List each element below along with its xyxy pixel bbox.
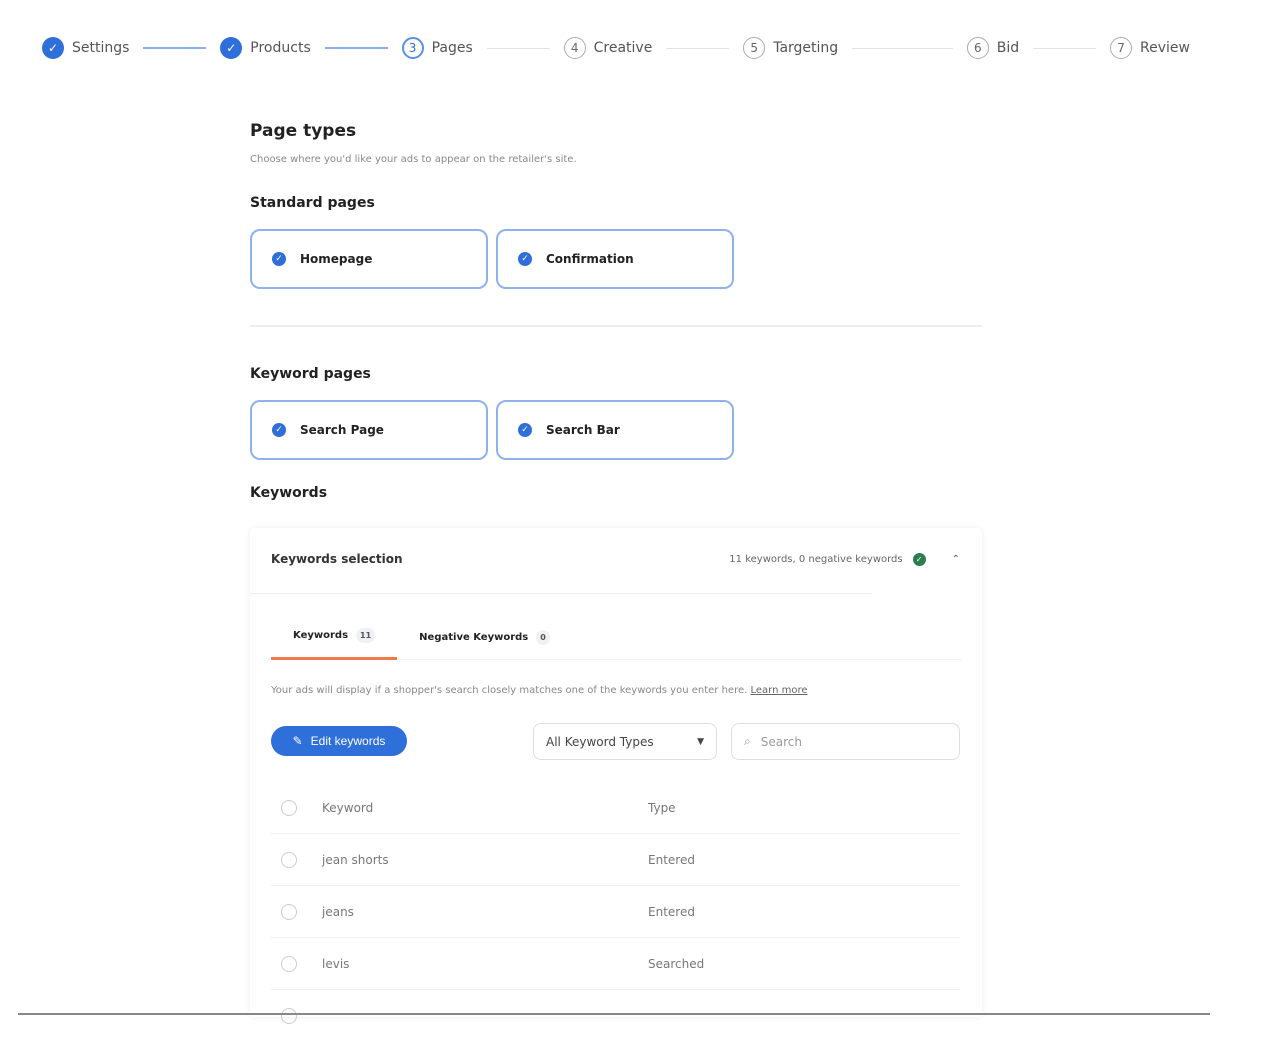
step-connector (1033, 47, 1097, 49)
count-badge: 11 (356, 628, 376, 643)
chevron-up-icon[interactable]: ⌃ (952, 554, 960, 565)
option-search-page[interactable]: ✓ Search Page (250, 400, 488, 460)
step-number: 6 (966, 37, 989, 59)
learn-more-link[interactable]: Learn more (751, 685, 808, 696)
panel-title: Keywords selection (271, 552, 403, 566)
row-checkbox[interactable] (281, 955, 297, 972)
checkbox-checked-icon[interactable]: ✓ (518, 252, 532, 266)
table-row: jeans Entered (271, 886, 960, 938)
step-connector (143, 47, 207, 49)
step-connector (852, 47, 953, 49)
step-targeting[interactable]: 5 Targeting (743, 37, 838, 59)
keyword-pages-heading: Keyword pages (250, 366, 371, 382)
keywords-selection-panel: Keywords selection 11 keywords, 0 negati… (250, 528, 982, 1024)
search-icon: ⌕ (744, 734, 751, 748)
checkbox-checked-icon[interactable]: ✓ (272, 252, 286, 266)
check-icon: ✓ (220, 37, 243, 59)
window-bottom-edge (18, 1013, 1210, 1015)
edit-keywords-button[interactable]: ✎ Edit keywords (271, 726, 407, 756)
divider (250, 325, 982, 327)
keywords-heading: Keywords (250, 485, 328, 501)
keywords-summary: 11 keywords, 0 negative keywords (729, 554, 903, 565)
pencil-icon: ✎ (292, 734, 303, 748)
keyword-type-select[interactable]: All Keyword Types ▼ (533, 723, 717, 760)
checkbox-checked-icon[interactable]: ✓ (272, 423, 286, 437)
select-all-checkbox[interactable] (281, 799, 297, 816)
step-creative[interactable]: 4 Creative (563, 37, 652, 59)
success-check-icon: ✓ (912, 553, 926, 566)
step-connector (486, 47, 550, 49)
divider (250, 593, 872, 594)
tab-negative-keywords[interactable]: Negative Keywords 0 (397, 614, 572, 660)
count-badge: 0 (536, 629, 550, 645)
standard-pages-options: ✓ Homepage ✓ Confirmation (250, 229, 982, 289)
table-header: Keyword Type (271, 782, 960, 834)
step-number: 7 (1110, 37, 1133, 59)
step-number: 5 (743, 37, 766, 59)
check-icon: ✓ (42, 37, 64, 59)
step-products[interactable]: ✓ Products (220, 37, 311, 59)
step-review[interactable]: 7 Review (1110, 37, 1190, 59)
step-number: 3 (401, 37, 424, 59)
tab-keywords[interactable]: Keywords 11 (271, 614, 398, 660)
step-connector (666, 47, 730, 49)
stepper: ✓ Settings ✓ Products 3 Pages 4 Creative 5 Ta… (42, 36, 1190, 60)
keywords-info: Your ads will display if a shopper's sea… (271, 685, 808, 696)
step-settings[interactable]: ✓ Settings (42, 37, 129, 59)
page-subtitle: Choose where you'd like your ads to appe… (250, 154, 577, 165)
step-connector (324, 47, 388, 49)
table-row: levis Searched (271, 938, 960, 990)
keyword-pages-options: ✓ Search Page ✓ Search Bar (250, 400, 982, 460)
checkbox-checked-icon[interactable]: ✓ (518, 423, 532, 437)
caret-down-icon: ▼ (697, 736, 704, 747)
search-input[interactable]: ⌕ Search (731, 723, 960, 760)
row-checkbox[interactable] (281, 903, 297, 920)
option-confirmation[interactable]: ✓ Confirmation (496, 229, 734, 289)
option-homepage[interactable]: ✓ Homepage (250, 229, 488, 289)
step-bid[interactable]: 6 Bid (966, 37, 1019, 59)
row-checkbox[interactable] (281, 851, 297, 868)
step-pages[interactable]: 3 Pages (401, 37, 473, 59)
step-number: 4 (563, 37, 586, 59)
page-title: Page types (250, 121, 357, 141)
row-checkbox[interactable] (281, 1008, 297, 1024)
table-row: jean shorts Entered (271, 834, 960, 886)
table-row (271, 990, 960, 1042)
standard-pages-heading: Standard pages (250, 195, 375, 211)
option-search-bar[interactable]: ✓ Search Bar (496, 400, 734, 460)
keyword-tabs: Keywords 11 Negative Keywords 0 (271, 614, 961, 660)
